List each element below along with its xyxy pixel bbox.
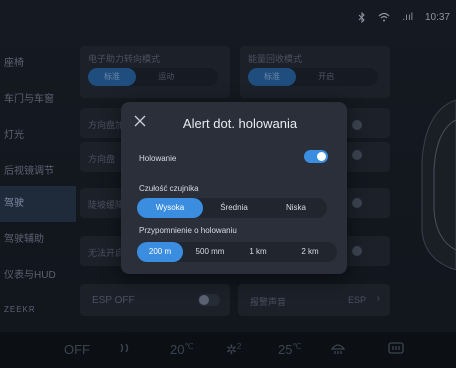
steering-mode-selector[interactable]: 标准 运动 [88, 68, 218, 86]
setting-row-label: 陡坡缓降 [88, 200, 125, 210]
sensitivity-label: Czułość czujnika [139, 184, 199, 193]
alarm-label: 报警声音 [250, 297, 287, 307]
sidebar-item-label: ZEEKR [4, 305, 36, 314]
dim-toggle-knob [352, 120, 362, 130]
sidebar-item-assist[interactable]: 驾驶辅助 [0, 222, 76, 258]
esp-label: ESP OFF [92, 295, 135, 306]
regen-mode-on[interactable]: 开启 [318, 72, 334, 81]
sidebar-item-hud[interactable]: 仪表与HUD [0, 258, 76, 294]
steering-mode-title: 电子助力转向模式 [88, 54, 161, 64]
temp-left-value: 20 [170, 342, 185, 357]
fan-icon: ✲ [226, 342, 237, 357]
setting-row-label: 无法开启 [88, 248, 125, 258]
temp-right-value: 25 [278, 342, 293, 357]
seat-heat-icon[interactable] [118, 340, 134, 359]
reminder-label: Przypomnienie o holowaniu [139, 226, 237, 235]
sidebar-item-label: 驾驶 [4, 198, 24, 209]
temp-unit: ℃ [292, 342, 302, 351]
alarm-value: ESP [347, 295, 366, 305]
towing-label: Holowanie [139, 154, 177, 163]
sidebar-item-label: 灯光 [4, 130, 24, 141]
fan-level: 2 [236, 342, 242, 351]
steering-mode-sport[interactable]: 运动 [158, 72, 174, 81]
reminder-option-1km[interactable]: 1 km [235, 242, 281, 262]
defrost-icon[interactable] [330, 341, 346, 358]
reminder-option-2km[interactable]: 2 km [287, 242, 333, 262]
sensitivity-option-low[interactable]: Niska [265, 198, 327, 218]
wifi-icon [378, 12, 390, 22]
setting-row-label: 方向盘 [88, 154, 116, 164]
sidebar-item-driving[interactable]: 驾驶 [0, 186, 76, 222]
temp-left[interactable]: 20℃ [170, 342, 193, 357]
reminder-selector: 200 m 500 mm 1 km 2 km [137, 242, 337, 262]
screen: .ııl 10:37 座椅 车门与车窗 灯光 后视镜调节 驾驶 驾驶辅助 仪表与… [0, 0, 456, 368]
esp-toggle[interactable] [198, 294, 220, 306]
regen-mode-standard[interactable]: 标准 [248, 68, 296, 86]
temp-right[interactable]: 25℃ [278, 342, 301, 357]
bluetooth-icon [358, 11, 366, 23]
temp-unit: ℃ [184, 342, 194, 351]
sidebar: 座椅 车门与车窗 灯光 后视镜调节 驾驶 驾驶辅助 仪表与HUD ZEEKR [0, 46, 76, 326]
reminder-option-500m[interactable]: 500 mm [187, 242, 233, 262]
regen-mode-selector[interactable]: 标准 开启 [248, 68, 378, 86]
alarm-card[interactable]: 报警声音 ESP › [238, 284, 390, 316]
rear-defrost-icon[interactable] [388, 342, 404, 357]
car-image [418, 99, 456, 271]
sensitivity-selector: Wysoka Średnia Niska [137, 198, 327, 218]
sidebar-item-label: 车门与车窗 [4, 94, 54, 105]
sidebar-item-label: 后视镜调节 [4, 166, 54, 177]
steering-mode-standard[interactable]: 标准 [88, 68, 136, 86]
sensitivity-option-high[interactable]: Wysoka [137, 198, 203, 218]
regen-mode-card: 能量回收模式 标准 开启 [240, 46, 390, 98]
sidebar-item-mirrors[interactable]: 后视镜调节 [0, 154, 76, 190]
sidebar-item-lights[interactable]: 灯光 [0, 118, 76, 154]
clock: 10:37 [424, 11, 450, 23]
sidebar-item-label: 座椅 [4, 58, 24, 69]
signal-indicator: .ııl [402, 11, 413, 23]
status-bar: .ııl 10:37 [358, 10, 450, 24]
sidebar-item-seat[interactable]: 座椅 [0, 46, 76, 82]
climate-bar: OFF 20℃ ✲2 25℃ [0, 332, 456, 368]
sidebar-item-label: 驾驶辅助 [4, 234, 44, 245]
toggle-knob [317, 152, 326, 161]
sensitivity-option-medium[interactable]: Średnia [203, 198, 265, 218]
towing-toggle[interactable] [304, 150, 328, 163]
dim-toggle-knob [352, 150, 362, 160]
dim-toggle-knob [352, 246, 362, 256]
reminder-option-200m[interactable]: 200 m [137, 242, 183, 262]
towing-alert-dialog: Alert dot. holowania Holowanie Czułość c… [121, 102, 347, 274]
dim-toggle-knob [352, 198, 362, 208]
sidebar-item-brand[interactable]: ZEEKR [0, 292, 76, 328]
dialog-title: Alert dot. holowania [182, 116, 298, 131]
ac-off-button[interactable]: OFF [64, 342, 90, 357]
steering-mode-card: 电子助力转向模式 标准 运动 [80, 46, 230, 98]
sidebar-item-label: 仪表与HUD [4, 270, 56, 281]
fan-control[interactable]: ✲2 [226, 342, 241, 358]
chevron-right-icon: › [376, 293, 380, 304]
sidebar-item-doors[interactable]: 车门与车窗 [0, 82, 76, 118]
regen-mode-title: 能量回收模式 [248, 54, 303, 64]
esp-card: ESP OFF [80, 284, 230, 316]
